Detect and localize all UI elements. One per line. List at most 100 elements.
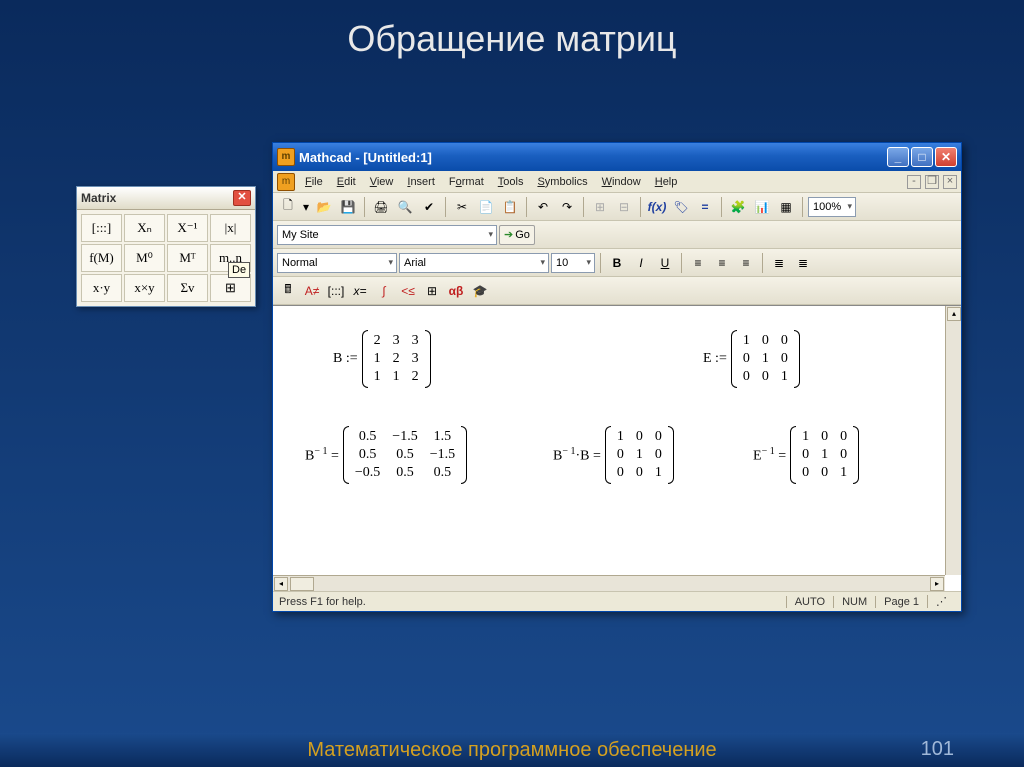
cut-button[interactable]: ✂ [451,196,473,218]
palette-btn-vectorize[interactable]: f(M) [81,244,122,272]
zoom-select[interactable]: 100% [808,197,856,217]
redo-button[interactable]: ↷ [556,196,578,218]
align-right-button[interactable]: ≡ [735,252,757,274]
matrix-palette-icon[interactable]: [:::] [325,280,347,302]
component3-button[interactable]: ▦ [775,196,797,218]
go-icon: ➔ [504,228,513,241]
mdi-restore[interactable]: ❐ [925,175,939,189]
font-select[interactable]: Arial [399,253,549,273]
numbers-button[interactable]: ≣ [792,252,814,274]
size-select[interactable]: 10 [551,253,595,273]
site-select[interactable]: My Site [277,225,497,245]
open-button[interactable]: 📂 [313,196,335,218]
new-dropdown-icon[interactable]: ▾ [301,196,311,218]
italic-button[interactable]: I [630,252,652,274]
prog-palette-icon[interactable]: ⊞ [421,280,443,302]
palette-btn-subscript[interactable]: Xₙ [124,214,165,242]
preview-button[interactable]: 🔍 [394,196,416,218]
palette-btn-inverse[interactable]: X⁻¹ [167,214,208,242]
go-button[interactable]: ➔Go [499,225,535,245]
greek-palette-icon[interactable]: αβ [445,280,467,302]
underline-button[interactable]: U [654,252,676,274]
math-toolbar: 🖩 A≠ [:::] x= ∫ <≤ ⊞ αβ 🎓 [273,277,961,305]
equation-BinvB[interactable]: B− 1·B = 100010001 [553,426,674,484]
window-title: Mathcad - [Untitled:1] [299,150,432,165]
maximize-button[interactable]: □ [911,147,933,167]
equation-B-inv[interactable]: B− 1 = 0.5−1.51.50.50.5−1.5−0.50.50.5 [305,426,467,484]
status-grip-icon: ⋰ [927,595,955,608]
spellcheck-button[interactable]: ✔ [418,196,440,218]
equation-E-def[interactable]: E := 100010001 [703,330,800,388]
symbolic-palette-icon[interactable]: 🎓 [469,280,491,302]
bold-button[interactable]: B [606,252,628,274]
app-icon: m [277,148,295,166]
calc-palette-icon[interactable]: ∫ [373,280,395,302]
calculate-button[interactable]: = [694,196,716,218]
component2-button[interactable]: 📊 [751,196,773,218]
palette-close-button[interactable]: ✕ [233,190,251,206]
menu-symbolics[interactable]: Symbolics [531,174,593,190]
status-text: Press F1 for help. [279,596,366,608]
scroll-right-icon[interactable]: ▸ [930,577,944,591]
worksheet-area[interactable]: B := 233123112 E := 100010001 B− 1 = 0.5… [273,305,961,591]
status-bar: Press F1 for help. AUTO NUM Page 1 ⋰ [273,591,961,611]
print-button[interactable]: 🖨 [370,196,392,218]
align2-button[interactable]: ⊟ [613,196,635,218]
equation-B-def[interactable]: B := 233123112 [333,330,431,388]
mdi-close[interactable]: × [943,175,957,189]
mathcad-window: m Mathcad - [Untitled:1] _ □ ✕ m File Ed… [272,142,962,612]
bool-palette-icon[interactable]: <≤ [397,280,419,302]
menu-tools[interactable]: Tools [492,174,530,190]
mdi-minimize[interactable]: - [907,175,921,189]
palette-btn-column[interactable]: M⁰ [124,244,165,272]
palette-btn-sum[interactable]: Σv [167,274,208,302]
scroll-thumb[interactable] [290,577,314,591]
vertical-scrollbar[interactable]: ▴ [945,306,961,575]
bullets-button[interactable]: ≣ [768,252,790,274]
minimize-button[interactable]: _ [887,147,909,167]
style-select[interactable]: Normal [277,253,397,273]
palette-btn-cross[interactable]: x×y [124,274,165,302]
web-toolbar: My Site ➔Go [273,221,961,249]
component-button[interactable]: 🧩 [727,196,749,218]
equation-E-inv[interactable]: E− 1 = 100010001 [753,426,859,484]
status-page: Page 1 [875,596,927,608]
unit-button[interactable]: 🏷 [670,196,692,218]
align-center-button[interactable]: ≡ [711,252,733,274]
page-number: 101 [921,738,954,761]
palette-titlebar[interactable]: Matrix ✕ [77,187,255,210]
calculator-palette-icon[interactable]: 🖩 [277,280,299,302]
status-auto: AUTO [786,596,833,608]
eval-palette-icon[interactable]: x= [349,280,371,302]
close-button[interactable]: ✕ [935,147,957,167]
slide-footer: Математическое программное обеспечение [0,733,1024,767]
new-button[interactable]: 🗋 [277,196,299,218]
palette-btn-abs[interactable]: |x| [210,214,251,242]
menu-insert[interactable]: Insert [401,174,441,190]
align-left-button[interactable]: ≡ [687,252,709,274]
status-num: NUM [833,596,875,608]
menu-view[interactable]: View [364,174,400,190]
menu-format[interactable]: Format [443,174,490,190]
undo-button[interactable]: ↶ [532,196,554,218]
palette-btn-picture[interactable]: ⊞ [210,274,251,302]
align-button[interactable]: ⊞ [589,196,611,218]
menu-file[interactable]: File [299,174,329,190]
menu-edit[interactable]: Edit [331,174,362,190]
copy-button[interactable]: 📄 [475,196,497,218]
save-button[interactable]: 💾 [337,196,359,218]
scroll-up-icon[interactable]: ▴ [947,307,961,321]
palette-title-text: Matrix [81,191,116,205]
function-button[interactable]: f(x) [646,196,668,218]
graph-palette-icon[interactable]: A≠ [301,280,323,302]
paste-button[interactable]: 📋 [499,196,521,218]
standard-toolbar: 🗋 ▾ 📂 💾 🖨 🔍 ✔ ✂ 📄 📋 ↶ ↷ ⊞ ⊟ f(x) 🏷 = 🧩 📊… [273,193,961,221]
palette-btn-dot[interactable]: x·y [81,274,122,302]
palette-btn-matrix[interactable]: [:::] [81,214,122,242]
horizontal-scrollbar[interactable]: ◂ ▸ [273,575,945,591]
titlebar[interactable]: m Mathcad - [Untitled:1] _ □ ✕ [273,143,961,171]
palette-btn-transpose[interactable]: Mᵀ [167,244,208,272]
menu-help[interactable]: Help [649,174,684,190]
menu-window[interactable]: Window [596,174,647,190]
scroll-left-icon[interactable]: ◂ [274,577,288,591]
